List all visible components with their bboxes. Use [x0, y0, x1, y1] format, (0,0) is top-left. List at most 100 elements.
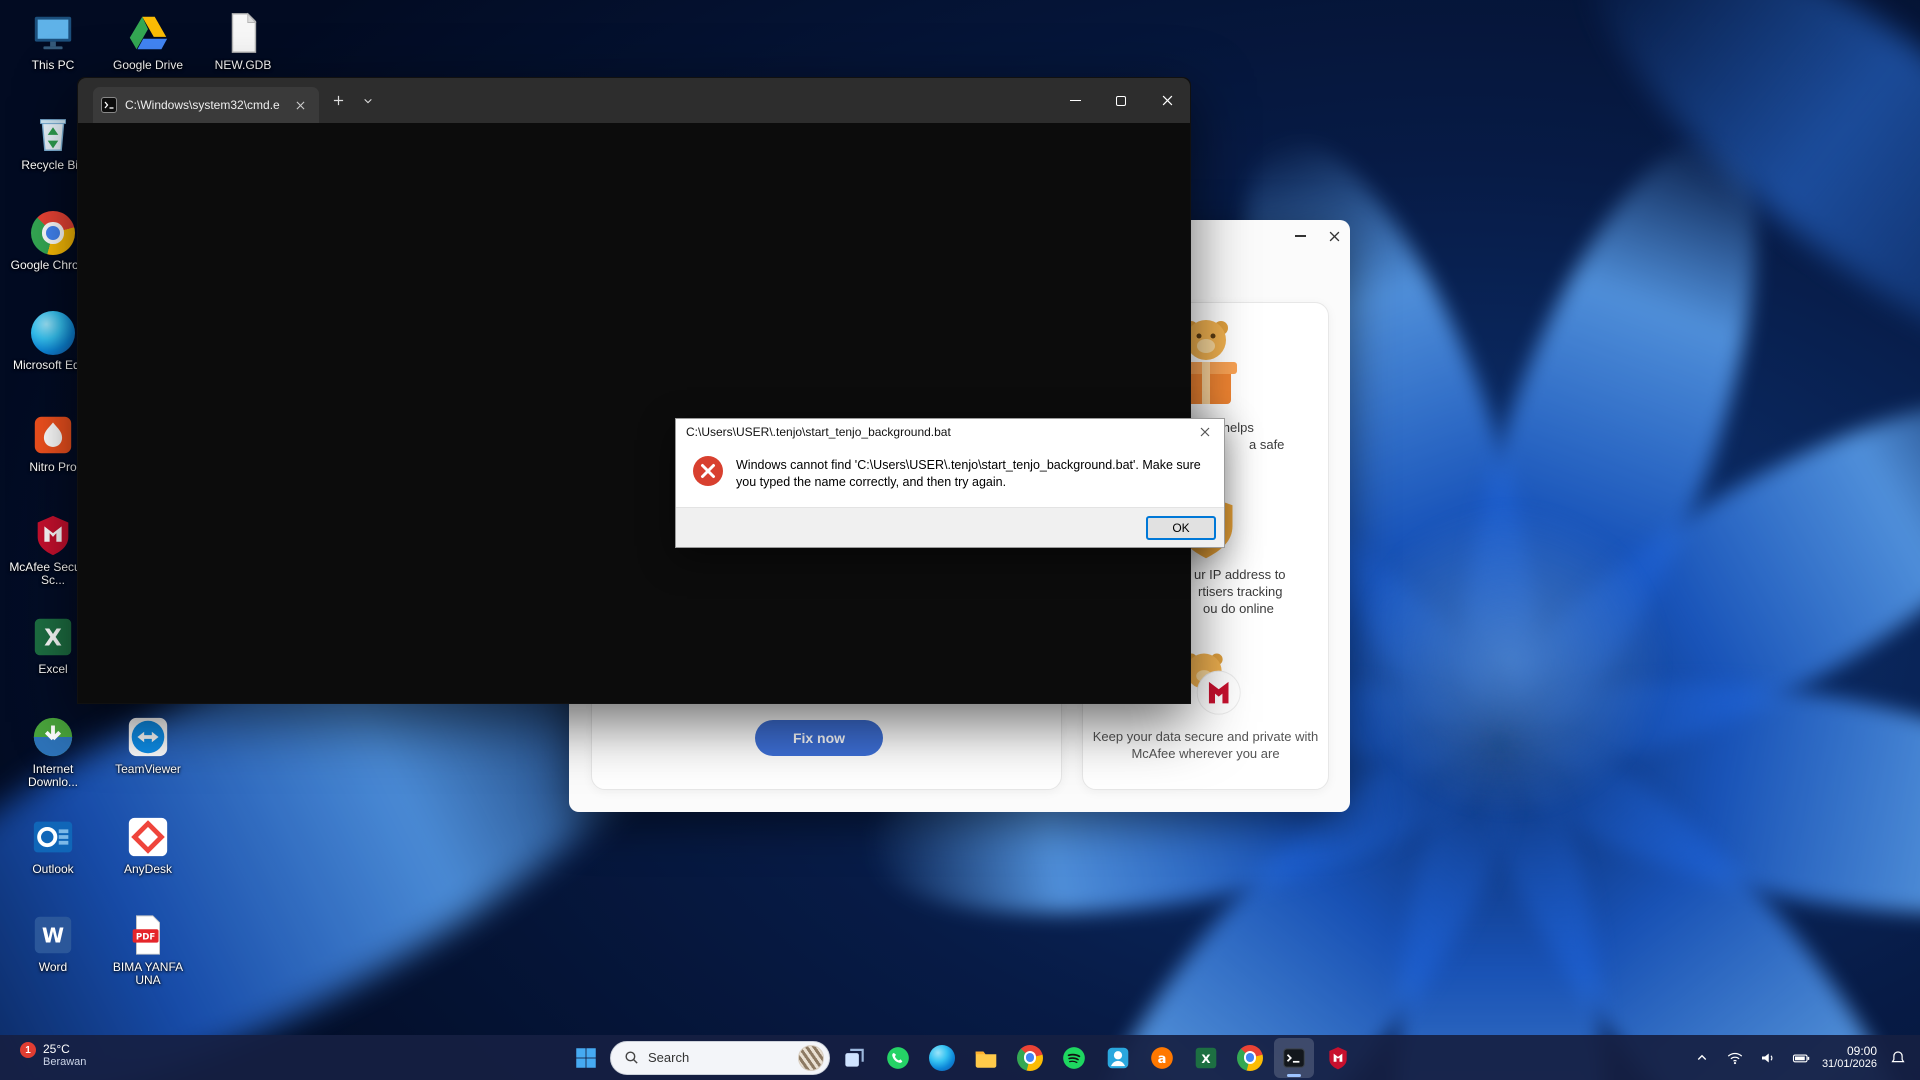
taskbar-clock[interactable]: 09:00 31/01/2026: [1822, 1044, 1877, 1071]
desktop-icon-label: Word: [8, 961, 98, 974]
desktop-icon-anydesk[interactable]: AnyDesk: [103, 814, 193, 908]
terminal-output-area[interactable]: [78, 123, 1190, 703]
excel-icon: X: [30, 614, 76, 660]
avast-button[interactable]: a: [1142, 1038, 1182, 1078]
start-button[interactable]: [566, 1038, 606, 1078]
this-pc-icon: [30, 10, 76, 56]
edge-icon: [30, 310, 76, 356]
desktop-icon-label: Google Drive: [103, 59, 193, 72]
new-tab-icon[interactable]: [327, 90, 349, 112]
taskbar: 1 25°C Berawan Search: [0, 1035, 1920, 1080]
error-dialog-footer: OK: [676, 507, 1224, 547]
mcafee-text-fragment: a safe: [1249, 437, 1284, 452]
windows-logo-icon: [573, 1045, 599, 1071]
teamviewer-icon: [125, 714, 171, 760]
desktop-icon-label: AnyDesk: [103, 863, 193, 876]
excel-button[interactable]: X: [1186, 1038, 1226, 1078]
task-view-icon: [841, 1045, 867, 1071]
desktop-icon-label: TeamViewer: [103, 763, 193, 776]
terminal-caption-buttons: [1052, 78, 1190, 123]
edge-icon: [929, 1045, 955, 1071]
desktop-icon-label: Internet Downlo...: [8, 763, 98, 789]
chrome-icon: [1017, 1045, 1043, 1071]
idm-icon: [30, 714, 76, 760]
mcafee-shield-icon: [1325, 1045, 1351, 1071]
desktop-icon-label: NEW.GDB: [198, 59, 288, 72]
svg-text:a: a: [1158, 1051, 1167, 1066]
whatsapp-button[interactable]: [878, 1038, 918, 1078]
cmd-icon: [101, 97, 117, 113]
task-view-button[interactable]: [834, 1038, 874, 1078]
desktop-icon-bima-pdf[interactable]: PDF BIMA YANFA UNA: [103, 912, 193, 1006]
word-icon: W: [30, 912, 76, 958]
spotify-button[interactable]: [1054, 1038, 1094, 1078]
chrome-button[interactable]: [1010, 1038, 1050, 1078]
volume-icon[interactable]: [1756, 1046, 1780, 1070]
outlook-icon: [30, 814, 76, 860]
taskbar-center: Search: [566, 1035, 1358, 1080]
wallpaper-glow: [1350, 500, 1670, 820]
anydesk-icon: [125, 814, 171, 860]
close-icon[interactable]: [1191, 422, 1219, 442]
terminal-icon: [1281, 1045, 1307, 1071]
avast-icon: a: [1149, 1045, 1175, 1071]
google-drive-icon: [125, 10, 171, 56]
weather-temperature: 25°C: [43, 1042, 86, 1056]
contacts-app-button[interactable]: [1098, 1038, 1138, 1078]
recycle-bin-icon: [30, 110, 76, 156]
excel-icon: X: [1193, 1045, 1219, 1071]
chrome-icon: [30, 210, 76, 256]
svg-text:X: X: [44, 626, 62, 652]
search-box[interactable]: Search: [610, 1041, 830, 1075]
error-message: Windows cannot find 'C:\Users\USER\.tenj…: [736, 455, 1208, 491]
terminal-titlebar[interactable]: C:\Windows\system32\cmd.e: [78, 78, 1190, 123]
tray-chevron-up-icon[interactable]: [1690, 1046, 1714, 1070]
close-icon[interactable]: [1144, 78, 1190, 123]
weather-widget[interactable]: 1 25°C Berawan: [14, 1040, 92, 1071]
minimize-icon[interactable]: [1289, 226, 1311, 246]
error-dialog-titlebar[interactable]: C:\Users\USER\.tenjo\start_tenjo_backgro…: [676, 419, 1224, 445]
terminal-window: C:\Windows\system32\cmd.e: [77, 77, 1191, 704]
edge-button[interactable]: [922, 1038, 962, 1078]
notification-badge: 1: [20, 1042, 36, 1058]
mcafee-text-fragment: ou do online: [1203, 601, 1274, 616]
pdf-icon: PDF: [125, 912, 171, 958]
error-dialog-body: Windows cannot find 'C:\Users\USER\.tenj…: [676, 445, 1224, 491]
desktop-icon-label: BIMA YANFA UNA: [103, 961, 193, 987]
mcafee-button[interactable]: [1318, 1038, 1358, 1078]
terminal-button[interactable]: [1274, 1038, 1314, 1078]
browser-button[interactable]: [1230, 1038, 1270, 1078]
clock-date: 31/01/2026: [1822, 1058, 1877, 1071]
person-app-icon: [1105, 1045, 1131, 1071]
desktop-icon-teamviewer[interactable]: TeamViewer: [103, 714, 193, 808]
chevron-down-icon[interactable]: [357, 90, 379, 112]
terminal-tab[interactable]: C:\Windows\system32\cmd.e: [93, 87, 319, 123]
tab-close-icon[interactable]: [289, 94, 311, 116]
error-icon: [692, 455, 724, 487]
clock-time: 09:00: [1822, 1044, 1877, 1058]
desktop-icon-word[interactable]: W Word: [8, 912, 98, 1006]
search-label: Search: [648, 1050, 689, 1065]
folder-icon: [973, 1045, 999, 1071]
search-daily-image: [798, 1045, 824, 1071]
maximize-icon[interactable]: [1098, 78, 1144, 123]
close-icon[interactable]: [1323, 226, 1345, 246]
error-dialog: C:\Users\USER\.tenjo\start_tenjo_backgro…: [675, 418, 1225, 548]
mcafee-window-controls: [1289, 226, 1345, 246]
battery-icon[interactable]: [1789, 1046, 1813, 1070]
system-tray: 09:00 31/01/2026: [1690, 1035, 1910, 1080]
desktop-icon-label: This PC: [8, 59, 98, 72]
file-explorer-button[interactable]: [966, 1038, 1006, 1078]
wifi-icon[interactable]: [1723, 1046, 1747, 1070]
search-icon: [623, 1049, 640, 1066]
desktop-icon-outlook[interactable]: Outlook: [8, 814, 98, 908]
svg-text:PDF: PDF: [136, 932, 155, 942]
fix-now-button[interactable]: Fix now: [755, 720, 883, 756]
nitro-pro-icon: [30, 412, 76, 458]
minimize-icon[interactable]: [1052, 78, 1098, 123]
mcafee-text-fragment: rtisers tracking: [1198, 584, 1283, 599]
desktop-icon-idm[interactable]: Internet Downlo...: [8, 714, 98, 808]
notification-bell-icon[interactable]: [1886, 1046, 1910, 1070]
spotify-icon: [1061, 1045, 1087, 1071]
ok-button[interactable]: OK: [1146, 516, 1216, 540]
